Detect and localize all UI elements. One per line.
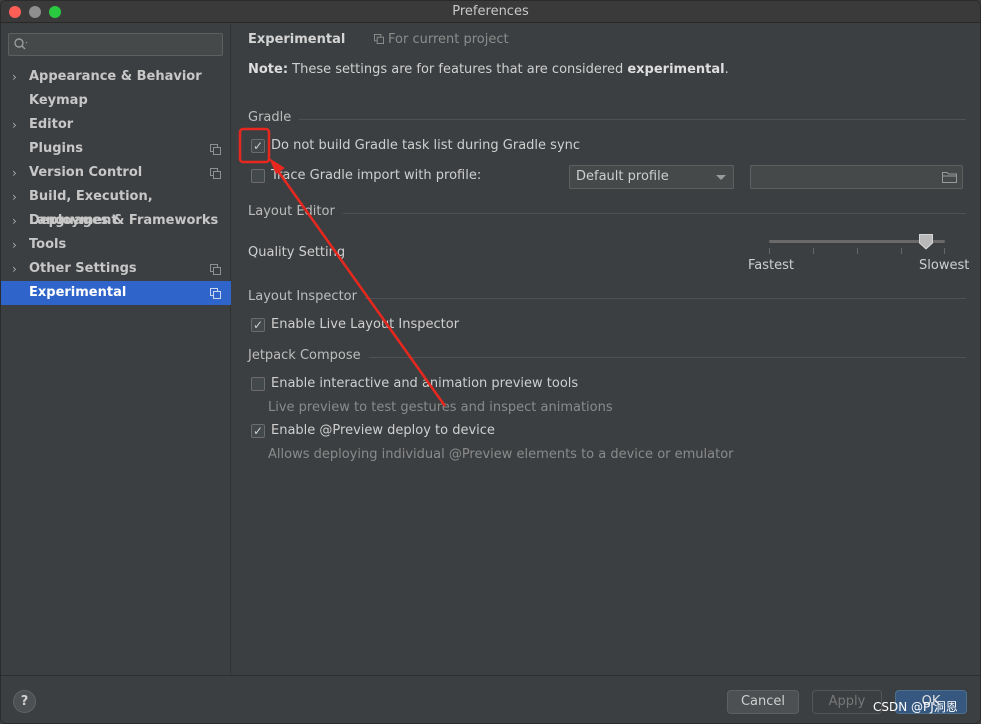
layout-inspector-section: Layout Inspector — [248, 289, 966, 305]
section-title: Layout Editor — [248, 204, 343, 219]
section-divider — [248, 119, 966, 120]
interactive-preview-checkbox[interactable] — [251, 377, 265, 391]
check-icon: ✓ — [253, 139, 264, 153]
folder-icon[interactable] — [942, 171, 957, 183]
help-button[interactable]: ? — [13, 690, 36, 713]
dialog-footer: ? Cancel Apply OK — [1, 675, 980, 723]
sidebar-item-keymap[interactable]: Keymap — [1, 89, 231, 113]
gradle-section: Gradle — [248, 110, 966, 126]
chevron-right-icon: › — [12, 166, 17, 180]
sidebar-item-plugins[interactable]: Plugins — [1, 137, 231, 161]
experimental-note: Note: These settings are for features th… — [248, 62, 729, 77]
sidebar-item-editor[interactable]: › Editor — [1, 113, 231, 137]
project-settings-icon — [210, 168, 221, 179]
jetpack-compose-section: Jetpack Compose — [248, 348, 966, 364]
sidebar-item-label: Tools — [29, 237, 67, 252]
project-settings-icon — [374, 34, 384, 44]
interactive-preview-label: Enable interactive and animation preview… — [271, 376, 579, 391]
cancel-button[interactable]: Cancel — [727, 690, 799, 714]
settings-nav: › Appearance & Behavior Keymap › Editor … — [1, 65, 231, 305]
slider-tick — [944, 248, 945, 254]
note-prefix: Note: — [248, 62, 289, 77]
sidebar-item-build-execution-deployment[interactable]: › Build, Execution, Deployment — [1, 185, 231, 228]
slider-thumb[interactable] — [919, 234, 933, 250]
profile-path-field[interactable] — [750, 165, 963, 189]
apply-button[interactable]: Apply — [812, 690, 882, 714]
sidebar-item-tools[interactable]: › Tools — [1, 233, 231, 257]
page-title: Experimental — [248, 32, 346, 47]
preview-deploy-checkbox[interactable]: ✓ — [251, 424, 265, 438]
sidebar-item-label: Experimental — [29, 285, 127, 300]
sidebar-item-experimental[interactable]: Experimental — [1, 281, 231, 305]
no-task-list-label: Do not build Gradle task list during Gra… — [271, 138, 581, 153]
profile-select-value: Default profile — [576, 169, 669, 184]
sidebar-item-version-control[interactable]: › Version Control — [1, 161, 231, 185]
slider-tick — [901, 248, 902, 254]
project-settings-icon — [210, 144, 221, 155]
settings-sidebar: › Appearance & Behavior Keymap › Editor … — [1, 24, 231, 675]
project-settings-icon — [210, 288, 221, 299]
sidebar-item-appearance-behavior[interactable]: › Appearance & Behavior — [1, 65, 231, 89]
slider-min-label: Fastest — [748, 258, 794, 273]
slider-max-label: Slowest — [919, 258, 970, 273]
sidebar-item-label: Plugins — [29, 141, 83, 156]
trace-import-checkbox[interactable] — [251, 169, 265, 183]
preview-deploy-label: Enable @Preview deploy to device — [271, 423, 495, 438]
sidebar-item-label: Version Control — [29, 165, 143, 180]
watermark: CSDN @PJ洞恩 — [873, 700, 958, 714]
no-task-list-checkbox[interactable]: ✓ — [251, 139, 265, 153]
preview-deploy-hint: Allows deploying individual @Preview ele… — [268, 447, 734, 462]
check-icon: ✓ — [253, 318, 264, 332]
interactive-preview-hint: Live preview to test gestures and inspec… — [268, 400, 613, 415]
section-divider — [248, 213, 966, 214]
chevron-right-icon: › — [12, 190, 17, 204]
section-title: Layout Inspector — [248, 289, 365, 304]
section-title: Jetpack Compose — [248, 348, 369, 363]
slider-tick — [857, 248, 858, 254]
live-layout-inspector-label: Enable Live Layout Inspector — [271, 317, 460, 332]
scope-text: For current project — [388, 32, 509, 47]
settings-search-input[interactable] — [8, 33, 223, 56]
window-title: Preferences — [452, 4, 529, 19]
note-text: These settings are for features that are… — [288, 62, 628, 77]
sidebar-item-label: Keymap — [29, 93, 88, 108]
title-bar: Preferences — [1, 1, 980, 23]
slider-tick — [769, 248, 770, 254]
sidebar-item-label: Editor — [29, 117, 74, 132]
dropdown-arrow-icon — [716, 175, 726, 180]
chevron-right-icon: › — [12, 238, 17, 252]
check-icon: ✓ — [253, 424, 264, 438]
note-bold: experimental — [627, 62, 725, 77]
search-icon — [14, 38, 28, 50]
layout-editor-section: Layout Editor — [248, 204, 966, 220]
trace-import-label: Trace Gradle import with profile: — [271, 168, 482, 183]
live-layout-inspector-checkbox[interactable]: ✓ — [251, 318, 265, 332]
chevron-right-icon: › — [12, 118, 17, 132]
sidebar-item-label: Other Settings — [29, 261, 137, 276]
sidebar-item-other-settings[interactable]: › Other Settings — [1, 257, 231, 281]
sidebar-item-languages-frameworks[interactable]: › Languages & Frameworks — [1, 209, 231, 233]
sidebar-item-label: Languages & Frameworks — [29, 213, 219, 228]
project-settings-icon — [210, 264, 221, 275]
slider-tick — [813, 248, 814, 254]
section-title: Gradle — [248, 110, 300, 125]
profile-select[interactable]: Default profile — [569, 165, 734, 189]
scope-label: For current project — [374, 32, 509, 47]
chevron-right-icon: › — [12, 70, 17, 84]
sidebar-item-label: Appearance & Behavior — [29, 69, 202, 84]
chevron-right-icon: › — [12, 262, 17, 276]
chevron-right-icon: › — [12, 214, 17, 228]
settings-content: Experimental For current project Note: T… — [232, 24, 980, 675]
note-suffix: . — [724, 62, 729, 77]
quality-setting-label: Quality Setting — [248, 245, 346, 260]
preferences-window: Preferences › Appearance & Behavior Keym… — [0, 0, 981, 724]
